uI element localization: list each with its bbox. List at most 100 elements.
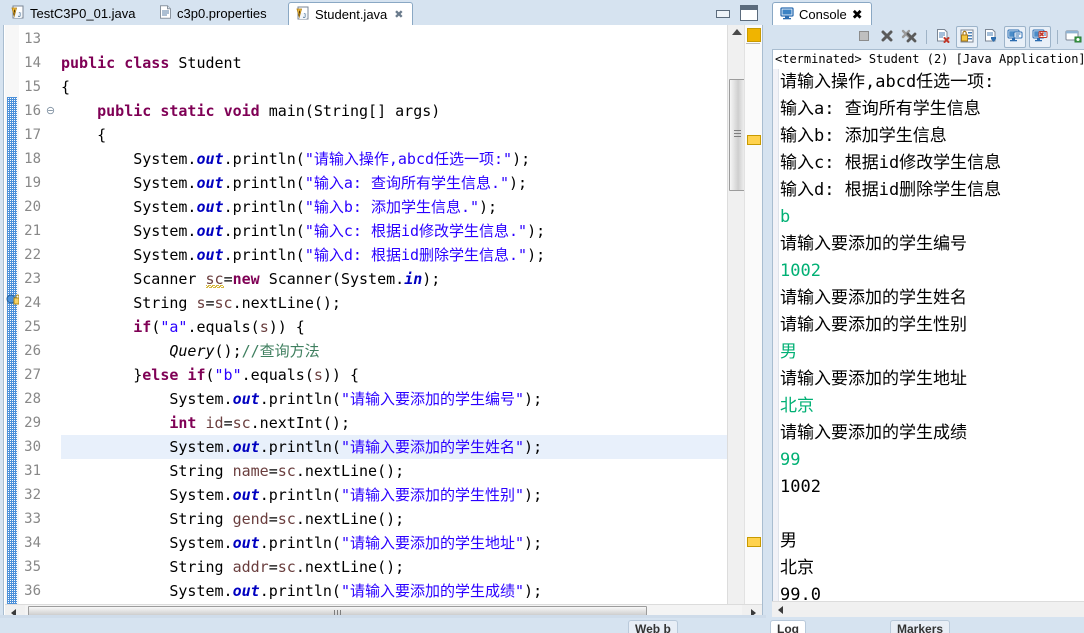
line-number: 24 xyxy=(24,295,41,311)
line-number: 13 xyxy=(24,31,41,47)
line-number: 35 xyxy=(24,559,41,575)
console-body[interactable]: <terminated> Student (2) [Java Applicati… xyxy=(772,49,1084,615)
code-line[interactable]: System.out.println("请输入要添加的学生编号"); xyxy=(61,387,542,411)
code-line[interactable]: System.out.println("请输入要添加的学生姓名"); xyxy=(61,435,542,459)
code-line[interactable]: if("a".equals(s)) { xyxy=(61,315,305,339)
code-token: .println( xyxy=(223,150,305,168)
quick-diff-ruler[interactable] xyxy=(5,25,19,606)
fold-collapse-icon[interactable]: ⊖ xyxy=(44,99,57,123)
code-line[interactable]: String addr=sc.nextLine(); xyxy=(61,555,404,579)
minimize-button[interactable] xyxy=(715,7,730,20)
code-token: Scanner xyxy=(61,270,206,288)
code-token: sc xyxy=(277,510,296,528)
overview-marker-top[interactable] xyxy=(747,28,761,42)
code-token: out xyxy=(196,198,224,216)
code-token: System. xyxy=(61,222,197,240)
code-line[interactable]: Query();//查询方法 xyxy=(61,339,319,363)
code-token: System. xyxy=(61,390,233,408)
bottom-view-tab[interactable]: Log xyxy=(770,620,806,633)
code-line[interactable]: System.out.println("输入c: 根据id修改学生信息."); xyxy=(61,219,545,243)
bottom-view-tab-strip: Web b Log Markers xyxy=(0,618,1084,633)
code-line[interactable]: String name=sc.nextLine(); xyxy=(61,459,404,483)
open-console-button[interactable] xyxy=(1029,26,1051,48)
maximize-button[interactable] xyxy=(740,5,758,21)
new-console-view-icon xyxy=(1065,28,1083,47)
console-input-line: 男 xyxy=(780,342,797,362)
code-line[interactable]: System.out.println("请输入操作,abcd任选一项:"); xyxy=(61,147,530,171)
line-number: 19 xyxy=(24,175,41,191)
code-line[interactable]: System.out.println("输入a: 查询所有学生信息."); xyxy=(61,171,527,195)
code-token: .println( xyxy=(223,174,305,192)
scroll-lock-button[interactable] xyxy=(956,26,978,48)
code-line[interactable]: int id=sc.nextInt(); xyxy=(61,411,350,435)
code-token: sc xyxy=(232,414,251,432)
code-text-area[interactable]: public class Student { public static void… xyxy=(61,25,727,606)
code-line[interactable]: System.out.println("请输入要添加的学生性别"); xyxy=(61,483,542,507)
new-console-view-button[interactable] xyxy=(1064,27,1084,47)
code-line[interactable]: System.out.println("请输入要添加的学生地址"); xyxy=(61,531,542,555)
code-token: "输入b: 添加学生信息." xyxy=(304,198,480,216)
code-line[interactable]: { xyxy=(61,75,70,99)
overview-warning-marker[interactable] xyxy=(747,135,761,145)
code-token: .println( xyxy=(223,198,305,216)
code-token: System. xyxy=(61,486,233,504)
line-number: 29 xyxy=(24,415,41,431)
close-icon[interactable]: ✖ xyxy=(394,8,403,21)
console-input-line: 1002 xyxy=(780,261,821,281)
code-line[interactable]: String s=sc.nextLine(); xyxy=(61,291,341,315)
tab-console[interactable]: Console ✖ xyxy=(772,2,872,26)
terminate-button[interactable] xyxy=(854,27,874,47)
code-token: out xyxy=(232,534,260,552)
close-icon[interactable]: ✖ xyxy=(852,7,863,23)
code-token: out xyxy=(196,222,224,240)
overview-ruler[interactable] xyxy=(744,25,762,606)
code-token: sc xyxy=(277,558,296,576)
code-line[interactable]: String gend=sc.nextLine(); xyxy=(61,507,404,531)
editor-tab-2[interactable]: c3p0.properties xyxy=(152,2,275,25)
console-process-header: <terminated> Student (2) [Java Applicati… xyxy=(773,50,1084,69)
eclipse-window: J TestC3P0_01.java c3p0.properties J Stu… xyxy=(0,0,1084,633)
code-line[interactable]: System.out.println("输入b: 添加学生信息."); xyxy=(61,195,497,219)
code-token: gend xyxy=(232,510,269,528)
code-line[interactable]: System.out.println("请输入要添加的学生成绩"); xyxy=(61,579,542,603)
bottom-view-tab[interactable]: Web b xyxy=(628,620,678,633)
clear-console-button[interactable] xyxy=(933,27,953,47)
x-icon xyxy=(879,28,895,47)
overview-warning-marker[interactable] xyxy=(747,537,761,547)
code-line[interactable]: public static void main(String[] args) xyxy=(61,99,440,123)
code-token: out xyxy=(196,150,224,168)
bottom-view-tab[interactable]: Markers xyxy=(890,620,951,633)
console-output[interactable]: 请输入操作,abcd任选一项: 输入a: 查询所有学生信息 输入b: 添加学生信息输… xyxy=(780,69,1084,615)
editor-tab-1[interactable]: J TestC3P0_01.java xyxy=(4,2,144,25)
warning-marker-icon[interactable] xyxy=(6,293,19,307)
code-line[interactable]: public class Student xyxy=(61,51,242,75)
scroll-left-arrow-icon[interactable] xyxy=(778,606,783,614)
pin-console-button[interactable] xyxy=(981,27,1001,47)
remove-all-terminated-button[interactable] xyxy=(900,27,920,47)
svg-text:J: J xyxy=(303,13,307,20)
editor-tab-3[interactable]: J Student.java ✖ xyxy=(288,2,413,26)
console-horizontal-scrollbar[interactable] xyxy=(772,601,1084,617)
scroll-up-arrow-icon[interactable] xyxy=(732,29,742,35)
code-token: ); xyxy=(512,150,531,168)
code-line[interactable]: { xyxy=(61,123,106,147)
display-selected-console-button[interactable] xyxy=(1004,26,1026,48)
code-token: main(String[] args) xyxy=(268,102,441,120)
console-input-line: 99 xyxy=(780,450,801,470)
toolbar-separator xyxy=(1057,30,1058,44)
code-line[interactable]: System.out.println("输入d: 根据id删除学生信息."); xyxy=(61,243,545,267)
console-input-line: b xyxy=(780,207,791,227)
console-tab-bar: Console ✖ xyxy=(770,0,1084,26)
code-token: String xyxy=(61,510,233,528)
code-token: )) { xyxy=(268,318,305,336)
remove-launch-button[interactable] xyxy=(877,27,897,47)
editor-vertical-scrollbar[interactable] xyxy=(727,25,746,606)
line-number: 27 xyxy=(24,367,41,383)
code-line[interactable]: }else if("b".equals(s)) { xyxy=(61,363,359,387)
line-number-ruler: 13 14 15 16 ⊖ 17 18 19 20 21 22 23 24 25 26 27 28 29 30 31 3… xyxy=(19,25,61,606)
open-console-icon xyxy=(1032,28,1048,47)
code-line[interactable]: Scanner sc=new Scanner(System.in); xyxy=(61,267,440,291)
code-token: sc xyxy=(214,294,233,312)
code-token: ); xyxy=(524,390,543,408)
code-token: = xyxy=(223,414,233,432)
